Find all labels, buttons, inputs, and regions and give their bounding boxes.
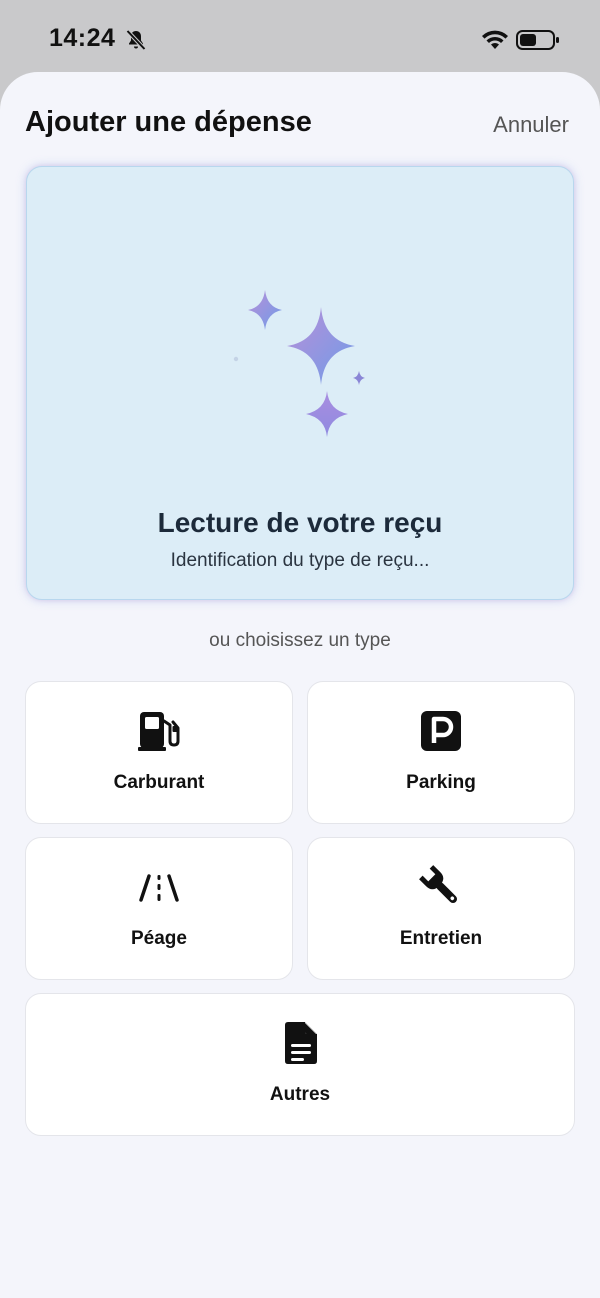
type-tile-carburant[interactable]: Carburant [25, 681, 293, 824]
wrench-icon [419, 865, 458, 904]
bell-slash-icon [126, 29, 146, 51]
tile-label: Péage [131, 928, 187, 949]
tile-label: Carburant [113, 772, 205, 793]
type-tile-autres[interactable]: Autres [25, 993, 575, 1136]
type-tile-entretien[interactable]: Entretien [307, 837, 575, 980]
type-tile-peage[interactable]: Péage [25, 837, 293, 980]
battery-icon [516, 30, 559, 50]
fuel-pump-icon [138, 712, 180, 751]
tile-label: Entretien [399, 928, 483, 949]
tile-label: Parking [406, 772, 476, 793]
cancel-button[interactable]: Annuler [493, 112, 569, 138]
status-time: 14:24 [49, 24, 116, 52]
scan-title: Lecture de votre reçu [157, 507, 443, 538]
scan-status: Identification du type de reçu... [170, 550, 430, 571]
page-title: Ajouter une dépense [25, 106, 312, 138]
road-icon [139, 874, 179, 902]
receipt-scan-card: Lecture de votre reçu Identification du … [26, 166, 574, 600]
document-icon [285, 1022, 317, 1064]
sparkles-icon [233, 290, 365, 437]
choose-type-label: ou choisissez un type [209, 630, 391, 651]
type-tile-parking[interactable]: Parking [307, 681, 575, 824]
status-bar: 14:24 [0, 0, 600, 72]
parking-icon [421, 711, 461, 751]
add-expense-sheet: Ajouter une dépense Annuler Lecture de v… [0, 72, 600, 1298]
tile-label: Autres [269, 1084, 331, 1105]
wifi-icon [482, 30, 508, 49]
